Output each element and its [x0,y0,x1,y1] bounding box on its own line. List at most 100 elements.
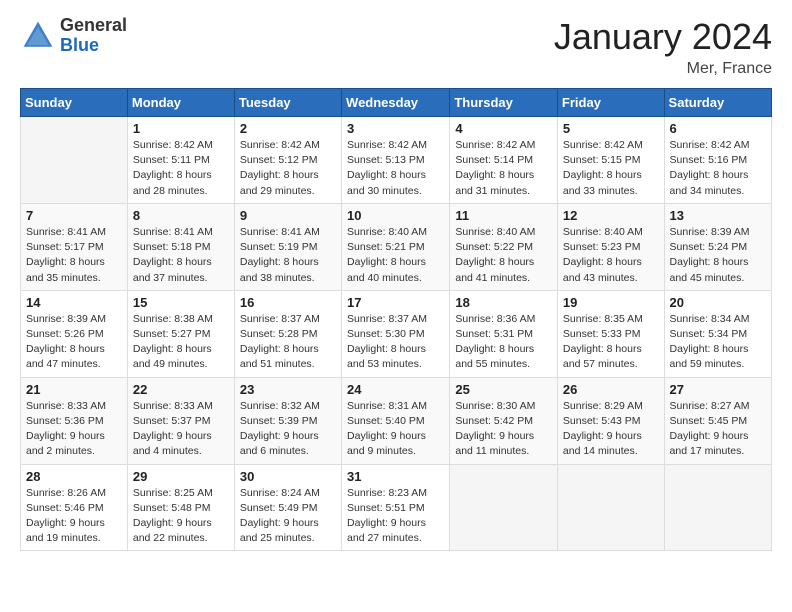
day-number: 31 [347,469,444,484]
day-number: 30 [240,469,336,484]
calendar-day-cell: 17Sunrise: 8:37 AM Sunset: 5:30 PM Dayli… [342,290,450,377]
day-number: 15 [133,295,229,310]
day-number: 7 [26,208,122,223]
calendar-day-cell: 11Sunrise: 8:40 AM Sunset: 5:22 PM Dayli… [450,203,558,290]
calendar-header-cell: Thursday [450,89,558,117]
calendar-header-cell: Sunday [21,89,128,117]
day-info: Sunrise: 8:32 AM Sunset: 5:39 PM Dayligh… [240,399,336,460]
day-info: Sunrise: 8:39 AM Sunset: 5:26 PM Dayligh… [26,312,122,373]
day-info: Sunrise: 8:42 AM Sunset: 5:13 PM Dayligh… [347,138,444,199]
day-info: Sunrise: 8:31 AM Sunset: 5:40 PM Dayligh… [347,399,444,460]
day-number: 12 [563,208,659,223]
day-number: 4 [455,121,552,136]
title-area: January 2024 Mer, France [554,16,772,78]
day-number: 3 [347,121,444,136]
calendar-day-cell: 19 Sunrise: 8:35 AM Sunset: 5:33 PM Dayli… [557,290,664,377]
calendar-day-cell: 12 Sunrise: 8:40 AM Sunset: 5:23 PM Dayli… [557,203,664,290]
calendar-day-cell [450,464,558,551]
calendar-header-cell: Wednesday [342,89,450,117]
calendar-day-cell: 2 Sunrise: 8:42 AM Sunset: 5:12 PM Daylig… [234,117,341,204]
day-info: Sunrise: 8:39 AM Sunset: 5:24 PM Dayligh… [670,225,766,286]
month-title: January 2024 [554,16,772,58]
day-info: Sunrise: 8:40 AM Sunset: 5:21 PM Dayligh… [347,225,444,286]
day-info: Sunrise: 8:42 AM Sunset: 5:16 PM Dayligh… [670,138,766,199]
calendar-day-cell: 4 Sunrise: 8:42 AM Sunset: 5:14 PM Daylig… [450,117,558,204]
calendar-day-cell: 6 Sunrise: 8:42 AM Sunset: 5:16 PM Daylig… [664,117,771,204]
logo: General Blue [20,16,127,56]
day-info: Sunrise: 8:35 AM Sunset: 5:33 PM Dayligh… [563,312,659,373]
logo-icon [20,18,56,54]
day-number: 27 [670,382,766,397]
calendar-day-cell: 1 Sunrise: 8:42 AM Sunset: 5:11 PM Daylig… [127,117,234,204]
day-info: Sunrise: 8:40 AM Sunset: 5:23 PM Dayligh… [563,225,659,286]
day-info: Sunrise: 8:36 AM Sunset: 5:31 PM Dayligh… [455,312,552,373]
calendar-day-cell: 21 Sunrise: 8:33 AM Sunset: 5:36 PM Dayli… [21,377,128,464]
day-number: 26 [563,382,659,397]
calendar-day-cell: 20 Sunrise: 8:34 AM Sunset: 5:34 PM Dayli… [664,290,771,377]
day-number: 25 [455,382,552,397]
day-number: 9 [240,208,336,223]
day-number: 18 [455,295,552,310]
day-info: Sunrise: 8:33 AM Sunset: 5:37 PM Dayligh… [133,399,229,460]
day-number: 22 [133,382,229,397]
day-info: Sunrise: 8:42 AM Sunset: 5:14 PM Dayligh… [455,138,552,199]
day-info: Sunrise: 8:34 AM Sunset: 5:34 PM Dayligh… [670,312,766,373]
day-info: Sunrise: 8:42 AM Sunset: 5:11 PM Dayligh… [133,138,229,199]
calendar-day-cell: 3 Sunrise: 8:42 AM Sunset: 5:13 PM Daylig… [342,117,450,204]
calendar-day-cell [21,117,128,204]
calendar-day-cell: 8Sunrise: 8:41 AM Sunset: 5:18 PM Daylig… [127,203,234,290]
calendar-day-cell: 26 Sunrise: 8:29 AM Sunset: 5:43 PM Dayli… [557,377,664,464]
calendar-day-cell: 24 Sunrise: 8:31 AM Sunset: 5:40 PM Dayli… [342,377,450,464]
calendar-day-cell: 29 Sunrise: 8:25 AM Sunset: 5:48 PM Dayli… [127,464,234,551]
day-info: Sunrise: 8:41 AM Sunset: 5:17 PM Dayligh… [26,225,122,286]
calendar-day-cell: 15Sunrise: 8:38 AM Sunset: 5:27 PM Dayli… [127,290,234,377]
calendar-day-cell: 23 Sunrise: 8:32 AM Sunset: 5:39 PM Dayli… [234,377,341,464]
location: Mer, France [554,60,772,78]
calendar-day-cell: 27Sunrise: 8:27 AM Sunset: 5:45 PM Dayli… [664,377,771,464]
day-number: 13 [670,208,766,223]
day-info: Sunrise: 8:33 AM Sunset: 5:36 PM Dayligh… [26,399,122,460]
calendar-header-cell: Friday [557,89,664,117]
day-number: 20 [670,295,766,310]
calendar-day-cell: 10 Sunrise: 8:40 AM Sunset: 5:21 PM Dayli… [342,203,450,290]
day-number: 17 [347,295,444,310]
day-number: 10 [347,208,444,223]
day-number: 21 [26,382,122,397]
calendar-table: SundayMondayTuesdayWednesdayThursdayFrid… [20,88,772,551]
calendar-header-cell: Saturday [664,89,771,117]
day-number: 29 [133,469,229,484]
calendar-day-cell: 9 Sunrise: 8:41 AM Sunset: 5:19 PM Daylig… [234,203,341,290]
page-header: General Blue January 2024 Mer, France [20,16,772,78]
day-info: Sunrise: 8:42 AM Sunset: 5:12 PM Dayligh… [240,138,336,199]
calendar-day-cell [664,464,771,551]
calendar-week-row: 21 Sunrise: 8:33 AM Sunset: 5:36 PM Dayli… [21,377,772,464]
day-info: Sunrise: 8:37 AM Sunset: 5:28 PM Dayligh… [240,312,336,373]
calendar-day-cell: 30 Sunrise: 8:24 AM Sunset: 5:49 PM Dayli… [234,464,341,551]
day-number: 2 [240,121,336,136]
calendar-day-cell [557,464,664,551]
calendar-day-cell: 25 Sunrise: 8:30 AM Sunset: 5:42 PM Dayli… [450,377,558,464]
day-info: Sunrise: 8:42 AM Sunset: 5:15 PM Dayligh… [563,138,659,199]
calendar-day-cell: 22 Sunrise: 8:33 AM Sunset: 5:37 PM Dayli… [127,377,234,464]
day-number: 28 [26,469,122,484]
calendar-header-cell: Tuesday [234,89,341,117]
day-number: 1 [133,121,229,136]
day-number: 16 [240,295,336,310]
calendar-day-cell: 14Sunrise: 8:39 AM Sunset: 5:26 PM Dayli… [21,290,128,377]
day-number: 23 [240,382,336,397]
day-number: 6 [670,121,766,136]
day-number: 24 [347,382,444,397]
calendar-week-row: 7 Sunrise: 8:41 AM Sunset: 5:17 PM Daylig… [21,203,772,290]
calendar-day-cell: 18 Sunrise: 8:36 AM Sunset: 5:31 PM Dayli… [450,290,558,377]
day-info: Sunrise: 8:26 AM Sunset: 5:46 PM Dayligh… [26,486,122,547]
day-info: Sunrise: 8:30 AM Sunset: 5:42 PM Dayligh… [455,399,552,460]
day-info: Sunrise: 8:41 AM Sunset: 5:19 PM Dayligh… [240,225,336,286]
day-number: 5 [563,121,659,136]
day-info: Sunrise: 8:24 AM Sunset: 5:49 PM Dayligh… [240,486,336,547]
calendar-day-cell: 31 Sunrise: 8:23 AM Sunset: 5:51 PM Dayli… [342,464,450,551]
day-info: Sunrise: 8:25 AM Sunset: 5:48 PM Dayligh… [133,486,229,547]
day-info: Sunrise: 8:23 AM Sunset: 5:51 PM Dayligh… [347,486,444,547]
calendar-day-cell: 5 Sunrise: 8:42 AM Sunset: 5:15 PM Daylig… [557,117,664,204]
day-number: 19 [563,295,659,310]
day-info: Sunrise: 8:29 AM Sunset: 5:43 PM Dayligh… [563,399,659,460]
